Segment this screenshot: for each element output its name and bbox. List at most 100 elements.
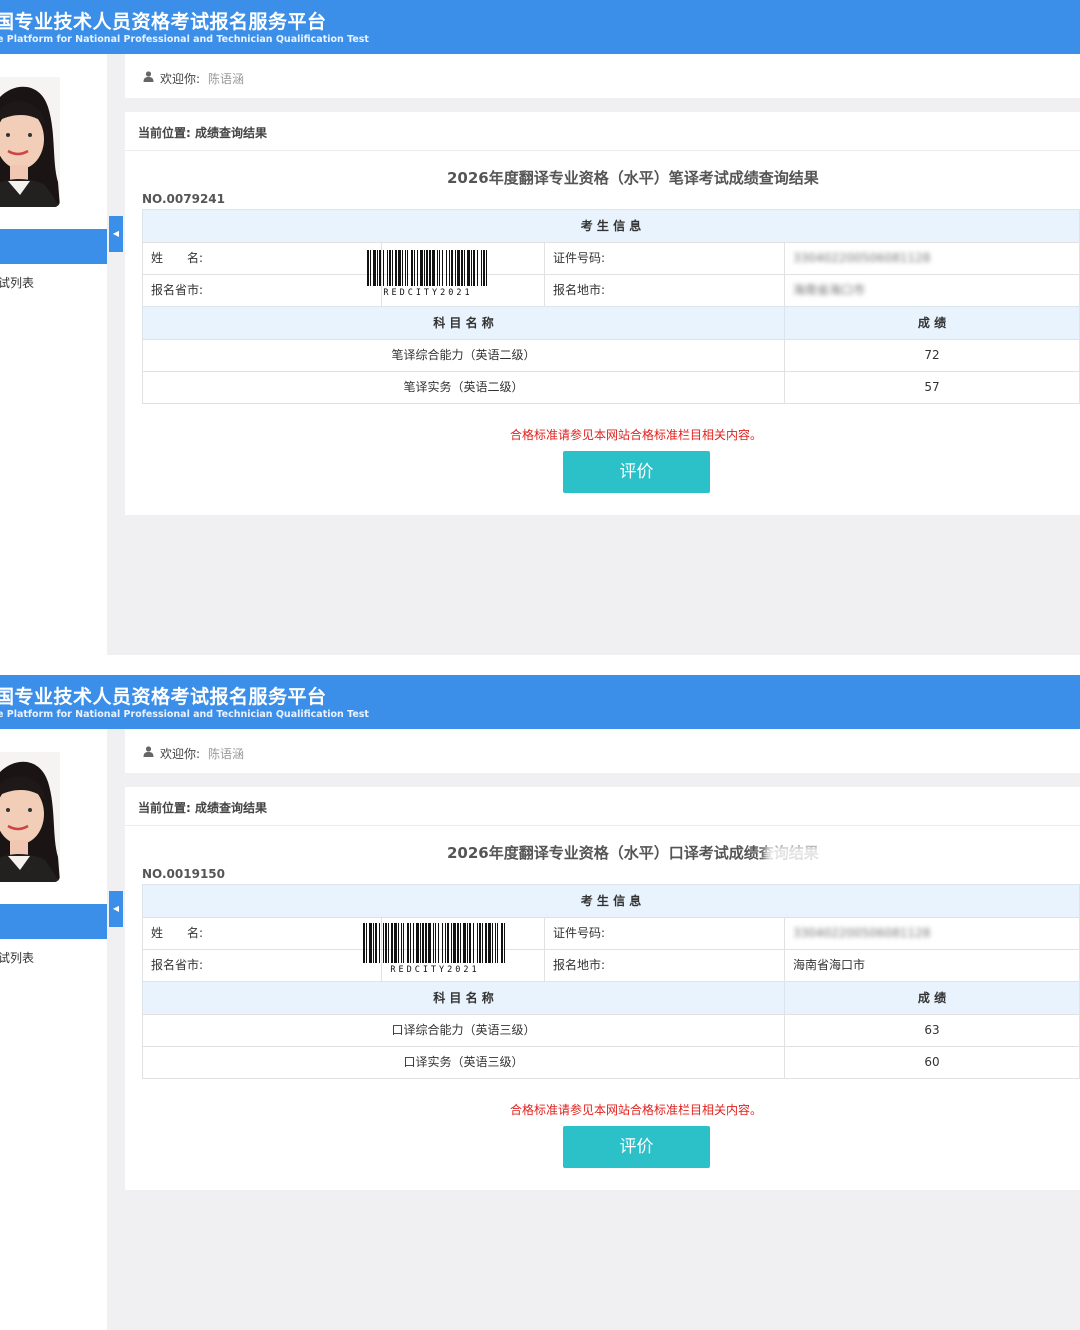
sidebar-item-active[interactable] — [0, 904, 107, 939]
barcode-bar — [388, 923, 389, 963]
barcode-bar — [426, 250, 428, 286]
sidebar: 试列表 — [0, 729, 107, 1330]
barcode-bar — [422, 923, 424, 963]
barcode-bar — [439, 250, 440, 286]
barcode-bar — [414, 250, 415, 286]
barcode-bar — [373, 923, 374, 963]
subject-score: 57 — [784, 371, 1080, 404]
region-label: 报名地市: — [544, 949, 785, 982]
result-screenshot-written: 国专业技术人员资格考试报名服务平台 e Platform for Nationa… — [0, 0, 1080, 655]
barcode-bar — [445, 923, 446, 963]
record-number: NO.0019150 — [142, 867, 225, 881]
barcode-bar — [375, 923, 377, 963]
sidebar-item-active[interactable] — [0, 229, 107, 264]
barcode-bar — [463, 923, 466, 963]
barcode-bar — [410, 923, 411, 963]
result-screenshot-oral: 国专业技术人员资格考试报名服务平台 e Platform for Nationa… — [0, 675, 1080, 1330]
barcode-bar — [486, 250, 487, 286]
barcode-bar — [392, 250, 393, 286]
barcode-bar — [417, 250, 418, 286]
barcode-bar — [366, 923, 367, 963]
name-label: 姓 名: — [142, 242, 382, 275]
divider — [125, 825, 1080, 826]
sidebar-item-exam-list[interactable]: 试列表 — [0, 949, 34, 966]
subject-name: 笔译实务（英语二级） — [142, 371, 785, 404]
name-label: 姓 名: — [142, 917, 382, 950]
barcode-bar — [449, 250, 450, 286]
barcode-bar — [477, 250, 478, 286]
barcode-text: REDCITY2021 — [383, 288, 472, 297]
divider — [125, 150, 1080, 151]
barcode-bar — [483, 250, 485, 286]
info-header: 考 生 信 息 — [142, 209, 1080, 243]
barcode-bar — [501, 923, 503, 963]
subject-score: 63 — [784, 1014, 1080, 1047]
subject-name: 笔译综合能力（英语二级） — [142, 339, 785, 372]
barcode-bar — [460, 923, 461, 963]
score-header: 成 绩 — [784, 981, 1080, 1015]
barcode-bar — [377, 250, 378, 286]
barcode-bar — [473, 250, 475, 286]
barcode-bar — [420, 923, 421, 963]
barcode-bar — [405, 250, 406, 286]
barcode-bar — [369, 923, 372, 963]
barcode-bar — [497, 923, 498, 963]
barcode-icon: REDCITY2021 — [363, 923, 505, 974]
barcode-bar — [481, 250, 482, 286]
barcode-bar — [429, 250, 431, 286]
barcode-bar — [383, 923, 384, 963]
barcode-bar — [428, 923, 431, 963]
barcode-icon: REDCITY2021 — [367, 250, 487, 297]
barcode-bar — [416, 923, 419, 963]
barcode-bar — [435, 923, 436, 963]
barcode-bar — [403, 923, 404, 963]
site-header: 国专业技术人员资格考试报名服务平台 e Platform for Nationa… — [0, 675, 1080, 729]
site-subtitle: e Platform for National Professional and… — [0, 34, 369, 45]
barcode-bar — [461, 250, 463, 286]
result-card: 当前位置: 成绩查询结果 2026年度翻译专业资格（水平）口译考试成绩查询结果 … — [125, 787, 1080, 1190]
notice-text: 合格标准请参见本网站合格标准栏目相关内容。 — [509, 1103, 762, 1117]
info-header: 考 生 信 息 — [142, 884, 1080, 918]
barcode-bar — [391, 923, 393, 963]
barcode-bar — [453, 923, 456, 963]
subject-header: 科 目 名 称 — [142, 981, 785, 1015]
score-header: 成 绩 — [784, 306, 1080, 340]
record-number: NO.0079241 — [142, 192, 225, 206]
barcode-bar — [467, 923, 468, 963]
evaluate-button[interactable]: 评价 — [563, 1126, 710, 1168]
user-icon — [143, 71, 154, 82]
welcome-bar: 欢迎你: 陈语涵 — [125, 729, 1080, 773]
id-label: 证件号码: — [544, 917, 785, 950]
barcode-bar — [432, 250, 435, 286]
sidebar-item-exam-list[interactable]: 试列表 — [0, 274, 34, 291]
blur-overlay — [765, 845, 835, 863]
barcode-bar — [488, 923, 491, 963]
collapse-arrow-icon[interactable]: ◀ — [109, 216, 123, 252]
province-label: 报名省市: — [142, 274, 382, 307]
barcode-bar — [385, 923, 387, 963]
barcode-bar — [407, 250, 408, 286]
result-card: 当前位置: 成绩查询结果 2026年度翻译专业资格（水平）笔译考试成绩查询结果 … — [125, 112, 1080, 515]
subject-score: 60 — [784, 1046, 1080, 1079]
barcode-bar — [447, 923, 449, 963]
collapse-arrow-icon[interactable]: ◀ — [109, 891, 123, 927]
barcode-bar — [457, 923, 459, 963]
id-label: 证件号码: — [544, 242, 785, 275]
welcome-bar: 欢迎你: 陈语涵 — [125, 54, 1080, 98]
barcode-bar — [455, 250, 456, 286]
barcode-bar — [438, 923, 439, 963]
barcode-bar — [373, 250, 376, 286]
barcode-bar — [477, 923, 478, 963]
barcode-bar — [394, 923, 397, 963]
panel-separator — [0, 655, 1080, 675]
result-table: 考 生 信 息 姓 名: 证件号码: 330402200506081128 报名… — [142, 209, 1080, 405]
barcode-bar — [424, 250, 425, 286]
site-header: 国专业技术人员资格考试报名服务平台 e Platform for Nationa… — [0, 0, 1080, 54]
barcode-bar — [473, 923, 474, 963]
page-title: 2026年度翻译专业资格（水平）笔译考试成绩查询结果 — [447, 169, 819, 187]
result-table: 考 生 信 息 姓 名: 证件号码: 330402200506081128 报名… — [142, 884, 1080, 1080]
barcode-bar — [482, 923, 483, 963]
evaluate-button[interactable]: 评价 — [563, 451, 710, 493]
barcode-bar — [420, 250, 423, 286]
subject-name: 口译综合能力（英语三级） — [142, 1014, 785, 1047]
